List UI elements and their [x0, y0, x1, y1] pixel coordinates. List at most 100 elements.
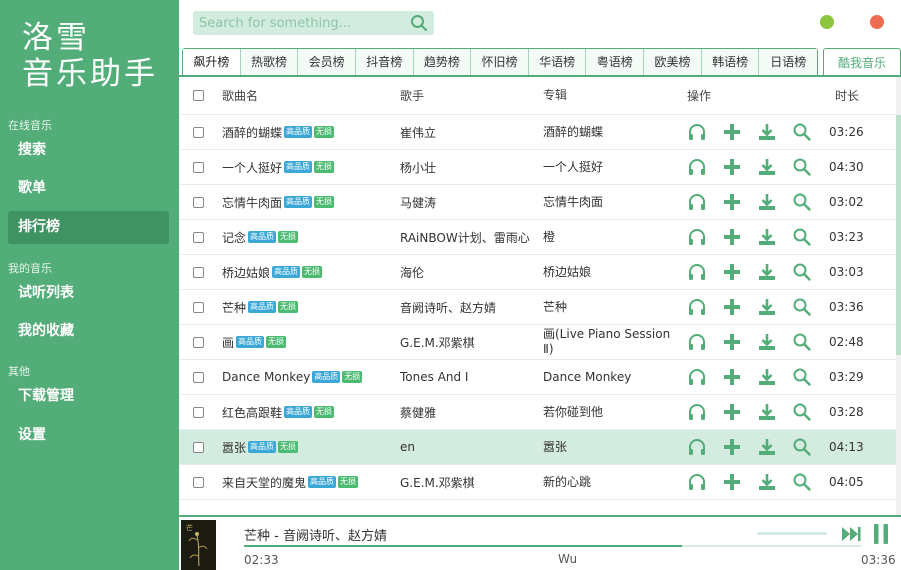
- search-icon[interactable]: [410, 14, 428, 32]
- song-album[interactable]: 画(Live Piano Session Ⅱ): [543, 325, 673, 359]
- song-singer[interactable]: 杨小壮: [400, 150, 540, 184]
- row-checkbox[interactable]: [193, 231, 204, 243]
- sidebar-item-playlists[interactable]: 歌单: [8, 172, 169, 205]
- song-name[interactable]: 酒醉的蝴蝶: [222, 124, 282, 141]
- table-row[interactable]: 嚣张 高品质 无损 en 嚣张 04:13: [179, 430, 896, 465]
- close-button[interactable]: [870, 15, 884, 29]
- download-icon[interactable]: [757, 402, 777, 422]
- plus-icon[interactable]: [722, 122, 742, 142]
- download-icon[interactable]: [757, 297, 777, 317]
- song-name[interactable]: 记念: [222, 229, 246, 246]
- table-row[interactable]: 芒种 高品质 无损 音阙诗听、赵方婧 芒种 03:36: [179, 290, 896, 325]
- search-icon[interactable]: [792, 472, 812, 492]
- search-icon[interactable]: [792, 157, 812, 177]
- row-checkbox[interactable]: [193, 476, 204, 488]
- row-checkbox[interactable]: [193, 301, 204, 313]
- table-row[interactable]: Dance Monkey 高品质 无损 Tones And I Dance Monkey…: [179, 360, 896, 395]
- table-row[interactable]: 酒醉的蝴蝶 高品质 无损 崔伟立 酒醉的蝴蝶 03:26: [179, 115, 896, 150]
- song-name[interactable]: 嚣张: [222, 439, 246, 456]
- sidebar-item-charts[interactable]: 排行榜: [8, 211, 169, 244]
- song-singer[interactable]: 音阙诗听、赵方婧: [400, 290, 540, 324]
- tab-11[interactable]: 日语榜: [759, 49, 818, 76]
- song-album[interactable]: 橙: [543, 220, 673, 254]
- plus-icon[interactable]: [722, 192, 742, 212]
- song-name[interactable]: 一个人挺好: [222, 159, 282, 176]
- table-row[interactable]: 红色高跟鞋 高品质 无损 蔡健雅 若你碰到他 03:28: [179, 395, 896, 430]
- table-row[interactable]: 一个人挺好 高品质 无损 杨小壮 一个人挺好 04:30: [179, 150, 896, 185]
- row-checkbox[interactable]: [193, 371, 204, 383]
- download-icon[interactable]: [757, 332, 777, 352]
- tab-9[interactable]: 欧美榜: [644, 49, 702, 76]
- song-name[interactable]: 忘情牛肉面: [222, 194, 282, 211]
- download-icon[interactable]: [757, 227, 777, 247]
- song-singer[interactable]: 蔡健雅: [400, 395, 540, 429]
- song-album[interactable]: 嚣张: [543, 430, 673, 464]
- tab-kuwo-source[interactable]: 酷我音乐: [823, 48, 901, 76]
- download-icon[interactable]: [757, 367, 777, 387]
- table-row[interactable]: 记念 高品质 无损 RAiNBOW计划、雷雨心橙 03:23: [179, 220, 896, 255]
- search-icon[interactable]: [792, 262, 812, 282]
- download-icon[interactable]: [757, 262, 777, 282]
- table-row[interactable]: 画高品质 无损 G.E.M.邓紫棋 画(Live Piano Session Ⅱ) 02…: [179, 325, 896, 360]
- song-album[interactable]: 桥边姑娘: [543, 255, 673, 289]
- song-singer[interactable]: Tones And I: [400, 360, 540, 394]
- headphones-icon[interactable]: [687, 122, 707, 142]
- plus-icon[interactable]: [722, 262, 742, 282]
- song-singer[interactable]: 崔伟立: [400, 115, 540, 149]
- row-checkbox[interactable]: [193, 441, 204, 453]
- headphones-icon[interactable]: [687, 332, 707, 352]
- tab-1[interactable]: 飙升榜: [183, 49, 241, 76]
- headphones-icon[interactable]: [687, 402, 707, 422]
- table-scrollbar[interactable]: [896, 77, 901, 515]
- song-album[interactable]: 酒醉的蝴蝶: [543, 115, 673, 149]
- plus-icon[interactable]: [722, 332, 742, 352]
- sidebar-item-search[interactable]: 搜索: [8, 134, 169, 167]
- song-album[interactable]: 若你碰到他: [543, 395, 673, 429]
- next-track-button[interactable]: [841, 525, 861, 543]
- song-album[interactable]: 一个人挺好: [543, 150, 673, 184]
- sidebar-item-favorites[interactable]: 我的收藏: [8, 315, 169, 348]
- tab-2[interactable]: 热歌榜: [240, 49, 299, 76]
- headphones-icon[interactable]: [687, 367, 707, 387]
- plus-icon[interactable]: [722, 367, 742, 387]
- row-checkbox[interactable]: [193, 196, 204, 208]
- plus-icon[interactable]: [722, 437, 742, 457]
- headphones-icon[interactable]: [687, 262, 707, 282]
- select-all-checkbox[interactable]: [193, 90, 204, 101]
- song-singer[interactable]: G.E.M.邓紫棋: [400, 465, 540, 499]
- row-checkbox[interactable]: [193, 336, 204, 348]
- song-album[interactable]: 新的心跳: [543, 465, 673, 499]
- search-input[interactable]: [193, 11, 403, 35]
- table-row[interactable]: 桥边姑娘 高品质 无损 海伦 桥边姑娘 03:03: [179, 255, 896, 290]
- progress-bar[interactable]: [244, 545, 861, 547]
- song-name[interactable]: 来自天堂的魔鬼: [222, 474, 306, 491]
- song-singer[interactable]: en: [400, 430, 540, 464]
- headphones-icon[interactable]: [687, 472, 707, 492]
- song-name[interactable]: 红色高跟鞋: [222, 404, 282, 421]
- song-name[interactable]: 芒种: [222, 299, 246, 316]
- song-album[interactable]: Dance Monkey: [543, 360, 673, 394]
- search-icon[interactable]: [792, 402, 812, 422]
- plus-icon[interactable]: [722, 157, 742, 177]
- search-icon[interactable]: [792, 227, 812, 247]
- sidebar-item-listen-list[interactable]: 试听列表: [8, 277, 169, 310]
- tab-8[interactable]: 粤语榜: [586, 49, 645, 76]
- headphones-icon[interactable]: [687, 227, 707, 247]
- row-checkbox[interactable]: [193, 406, 204, 418]
- song-name[interactable]: 桥边姑娘: [222, 264, 270, 281]
- table-row[interactable]: 忘情牛肉面 高品质 无损 马健涛 忘情牛肉面 03:02: [179, 185, 896, 220]
- headphones-icon[interactable]: [687, 192, 707, 212]
- pause-button[interactable]: [871, 523, 891, 545]
- sidebar-item-downloads[interactable]: 下载管理: [8, 380, 169, 413]
- song-name[interactable]: Dance Monkey: [222, 370, 310, 384]
- headphones-icon[interactable]: [687, 157, 707, 177]
- plus-icon[interactable]: [722, 402, 742, 422]
- plus-icon[interactable]: [722, 472, 742, 492]
- sidebar-item-settings[interactable]: 设置: [8, 419, 169, 452]
- search-icon[interactable]: [792, 437, 812, 457]
- headphones-icon[interactable]: [687, 297, 707, 317]
- search-icon[interactable]: [792, 367, 812, 387]
- song-singer[interactable]: G.E.M.邓紫棋: [400, 325, 540, 359]
- tab-6[interactable]: 怀旧榜: [471, 49, 529, 76]
- download-icon[interactable]: [757, 157, 777, 177]
